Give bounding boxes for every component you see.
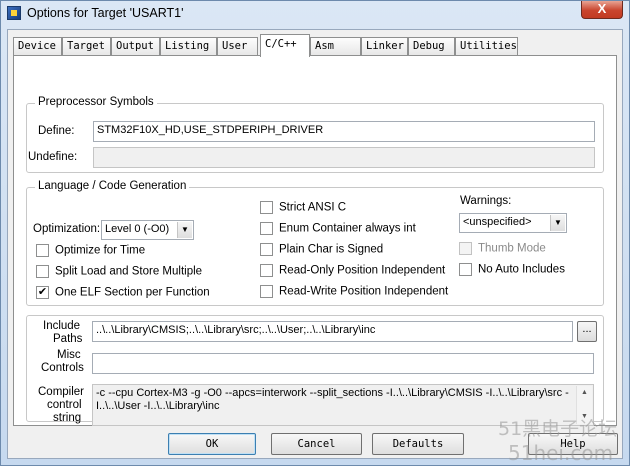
tab-utilities[interactable]: Utilities	[455, 37, 518, 56]
tab-target[interactable]: Target	[62, 37, 111, 56]
tab-content: Preprocessor Symbols Define: STM32F10X_H…	[13, 55, 617, 426]
one-elf-label: One ELF Section per Function	[55, 286, 210, 299]
optimization-label: Optimization:	[33, 223, 101, 235]
thumb-mode-checkbox: Thumb Mode	[459, 242, 546, 257]
define-field[interactable]: STM32F10X_HD,USE_STDPERIPH_DRIVER	[93, 121, 595, 142]
include-paths-field[interactable]: ..\..\Library\CMSIS;..\..\Library\src;..…	[92, 321, 573, 342]
misc-controls-field[interactable]	[92, 353, 594, 374]
compiler-control-string: -c --cpu Cortex-M3 -g -O0 --apcs=interwo…	[92, 384, 594, 426]
preprocessor-group-title: Preprocessor Symbols	[35, 96, 157, 108]
tab-strip: Device Target Output Listing User C/C++ …	[13, 34, 623, 57]
tab-user[interactable]: User	[217, 37, 258, 56]
checkbox-box	[36, 244, 49, 257]
warnings-select[interactable]: <unspecified> ▼	[459, 213, 567, 233]
optimization-value: Level 0 (-O0)	[105, 223, 170, 235]
include-label-1: Include	[43, 320, 81, 332]
browse-button[interactable]: ...	[577, 321, 597, 342]
dialog-client: Device Target Output Listing User C/C++ …	[7, 29, 623, 459]
checkbox-box	[459, 242, 472, 255]
tab-asm[interactable]: Asm	[310, 37, 361, 56]
close-button[interactable]: X	[581, 1, 623, 19]
checkbox-box	[260, 201, 273, 214]
warnings-label: Warnings:	[460, 195, 512, 207]
plain-char-label: Plain Char is Signed	[279, 243, 384, 256]
scroll-up-icon[interactable]: ▲	[577, 386, 592, 400]
compiler-control-text: -c --cpu Cortex-M3 -g -O0 --apcs=interwo…	[96, 387, 569, 412]
define-label: Define:	[38, 125, 75, 137]
tab-listing[interactable]: Listing	[160, 37, 217, 56]
compiler-label-2: control	[47, 399, 82, 411]
chevron-down-icon: ▼	[550, 215, 565, 231]
language-group-title: Language / Code Generation	[35, 180, 190, 192]
split-load-checkbox[interactable]: Split Load and Store Multiple	[36, 265, 202, 280]
no-auto-includes-label: No Auto Includes	[478, 263, 565, 276]
tab-c-cpp[interactable]: C/C++	[260, 34, 310, 57]
split-load-label: Split Load and Store Multiple	[55, 265, 203, 278]
undefine-label: Undefine:	[28, 151, 78, 163]
checkbox-box	[260, 222, 273, 235]
preprocessor-group: Preprocessor Symbols Define: STM32F10X_H…	[26, 96, 604, 173]
rw-pos-indep-checkbox[interactable]: Read-Write Position Independent	[260, 285, 448, 300]
include-label-2: Paths	[53, 333, 83, 345]
tab-linker[interactable]: Linker	[361, 37, 408, 56]
checkbox-box	[36, 265, 49, 278]
optimize-time-checkbox[interactable]: Optimize for Time	[36, 244, 145, 259]
tab-output[interactable]: Output	[111, 37, 160, 56]
checkbox-box	[260, 285, 273, 298]
chevron-down-icon: ▼	[177, 222, 192, 238]
compiler-label-1: Compiler	[38, 386, 85, 398]
ro-pos-indep-label: Read-Only Position Independent	[279, 264, 446, 277]
one-elf-checkbox[interactable]: ✔ One ELF Section per Function	[36, 286, 210, 301]
compiler-label-3: string	[53, 412, 82, 424]
enum-container-label: Enum Container always int	[279, 222, 416, 235]
strict-ansi-label: Strict ANSI C	[279, 201, 347, 214]
paths-group: Include Paths ..\..\Library\CMSIS;..\..\…	[26, 315, 604, 426]
misc-label-2: Controls	[41, 362, 84, 374]
checkbox-box	[459, 263, 472, 276]
title-bar[interactable]: Options for Target 'USART1' X	[1, 1, 629, 27]
no-auto-includes-checkbox[interactable]: No Auto Includes	[459, 263, 565, 278]
strict-ansi-checkbox[interactable]: Strict ANSI C	[260, 201, 346, 216]
checkbox-box	[260, 264, 273, 277]
cancel-button[interactable]: Cancel	[271, 433, 362, 455]
undefine-field[interactable]	[93, 147, 595, 168]
checkmark-icon: ✔	[36, 286, 49, 299]
misc-label-1: Misc	[57, 349, 81, 361]
thumb-mode-label: Thumb Mode	[478, 242, 546, 255]
help-button[interactable]: Help	[528, 433, 618, 455]
tab-device[interactable]: Device	[13, 37, 62, 56]
app-icon	[7, 6, 21, 20]
checkbox-box	[260, 243, 273, 256]
window-title: Options for Target 'USART1'	[27, 6, 184, 20]
options-dialog: Options for Target 'USART1' X Device Tar…	[0, 0, 630, 466]
plain-char-checkbox[interactable]: Plain Char is Signed	[260, 243, 383, 258]
scroll-down-icon[interactable]: ▼	[577, 410, 592, 424]
warnings-value: <unspecified>	[463, 216, 532, 228]
optimize-time-label: Optimize for Time	[55, 244, 146, 257]
scrollbar[interactable]: ▲ ▼	[576, 386, 592, 424]
ro-pos-indep-checkbox[interactable]: Read-Only Position Independent	[260, 264, 445, 279]
tab-debug[interactable]: Debug	[408, 37, 455, 56]
optimization-select[interactable]: Level 0 (-O0) ▼	[101, 220, 194, 240]
ok-button[interactable]: OK	[168, 433, 256, 455]
enum-container-checkbox[interactable]: Enum Container always int	[260, 222, 416, 237]
language-group: Language / Code Generation Optimization:…	[26, 180, 604, 306]
rw-pos-indep-label: Read-Write Position Independent	[279, 285, 449, 298]
defaults-button[interactable]: Defaults	[372, 433, 464, 455]
